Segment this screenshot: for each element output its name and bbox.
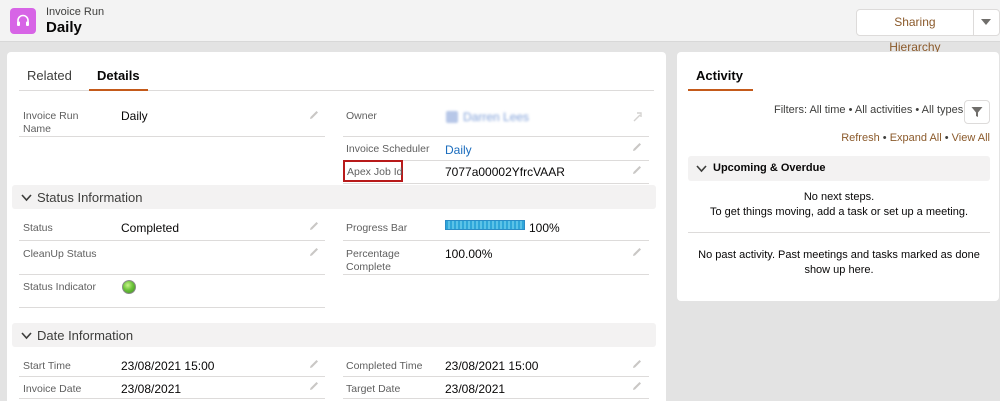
status-information-section[interactable]: Status Information <box>12 185 656 209</box>
change-owner-icon[interactable] <box>631 111 643 123</box>
owner-link[interactable]: Darren Lees <box>463 110 529 124</box>
field-divider <box>343 274 649 275</box>
chevron-down-icon <box>696 165 707 173</box>
upcoming-overdue-section[interactable]: Upcoming & Overdue <box>688 156 990 181</box>
invoice-scheduler-label: Invoice Scheduler <box>346 143 430 155</box>
details-panel: Related Details Invoice Run Name Daily O… <box>7 52 666 401</box>
activity-links: Refresh • Expand All • View All <box>841 132 990 144</box>
activity-tab-label: Activity <box>696 68 743 83</box>
field-divider <box>19 398 325 399</box>
sharing-hierarchy-button[interactable]: Sharing Hierarchy <box>857 10 974 54</box>
pencil-icon[interactable] <box>308 220 320 232</box>
link-separator: • <box>882 132 887 144</box>
status-value: Completed <box>121 221 180 235</box>
pencil-icon[interactable] <box>308 380 320 392</box>
start-time-value: 23/08/2021 15:00 <box>121 359 215 373</box>
status-indicator-light <box>122 280 136 294</box>
field-divider <box>19 274 325 275</box>
owner-label: Owner <box>346 110 377 122</box>
expand-all-link[interactable]: Expand All <box>890 132 942 144</box>
more-actions-button[interactable] <box>973 10 999 35</box>
cleanup-status-label: CleanUp Status <box>23 248 97 260</box>
tab-activity[interactable]: Activity <box>688 64 753 91</box>
invoice-date-label: Invoice Date <box>23 383 82 395</box>
field-divider <box>19 240 325 241</box>
pencil-icon[interactable] <box>308 358 320 370</box>
completed-time-label: Completed Time <box>346 360 423 372</box>
target-date-value: 23/08/2021 <box>445 382 506 396</box>
pencil-icon[interactable] <box>631 164 643 176</box>
owner-avatar <box>446 111 458 123</box>
field-divider <box>343 376 649 377</box>
progress-bar-percent: 100% <box>529 221 560 235</box>
no-next-steps-text: No next steps. <box>803 191 875 203</box>
section-title: Status Information <box>37 190 143 205</box>
object-type-label: Invoice Run <box>46 6 105 18</box>
date-information-section[interactable]: Date Information <box>12 323 656 347</box>
activity-filters-text: Filters: All time • All activities • All… <box>774 104 964 116</box>
field-divider <box>19 307 325 308</box>
pencil-icon[interactable] <box>631 358 643 370</box>
percentage-complete-value: 100.00% <box>445 247 493 261</box>
record-title: Daily <box>46 19 82 36</box>
activity-divider <box>688 232 990 233</box>
percentage-complete-label: Percentage Complete <box>346 248 400 273</box>
status-label: Status <box>23 222 53 234</box>
tab-related[interactable]: Related <box>19 68 80 91</box>
field-divider <box>19 376 325 377</box>
pencil-icon[interactable] <box>631 246 643 258</box>
invoice-scheduler-link[interactable]: Daily <box>445 143 472 157</box>
progress-bar <box>445 220 525 230</box>
get-moving-text: To get things moving, add a task or set … <box>709 206 969 218</box>
headset-icon <box>10 8 36 34</box>
chevron-down-icon <box>21 332 32 340</box>
field-divider <box>343 136 649 137</box>
chevron-down-icon <box>21 194 32 202</box>
status-indicator-label: Status Indicator <box>23 281 96 293</box>
completed-time-value: 23/08/2021 15:00 <box>445 359 539 373</box>
pencil-icon[interactable] <box>308 109 320 121</box>
invoice-run-name-label: Invoice Run Name <box>23 110 79 135</box>
pencil-icon[interactable] <box>308 246 320 258</box>
pencil-icon[interactable] <box>631 141 643 153</box>
apex-job-id-label: Apex Job Id <box>347 166 403 178</box>
field-divider <box>19 136 325 137</box>
field-divider <box>343 240 649 241</box>
target-date-label: Target Date <box>346 383 401 395</box>
tab-details[interactable]: Details <box>89 68 148 91</box>
invoice-run-name-value: Daily <box>121 109 148 123</box>
progress-bar-fill <box>446 221 524 229</box>
chevron-down-icon <box>981 19 992 25</box>
apex-job-id-value: 7077a00002YfrcVAAR <box>445 165 565 179</box>
filter-icon <box>971 107 983 117</box>
no-past-activity-text: No past activity. Past meetings and task… <box>698 249 980 276</box>
pencil-icon[interactable] <box>631 380 643 392</box>
filter-button[interactable] <box>964 100 990 124</box>
activity-panel: Activity Filters: All time • All activit… <box>677 52 999 301</box>
field-divider <box>343 183 649 184</box>
link-separator: • <box>944 132 949 144</box>
field-divider <box>343 398 649 399</box>
record-header: Invoice Run Daily Sharing Hierarchy <box>0 0 1000 54</box>
start-time-label: Start Time <box>23 360 71 372</box>
section-title: Date Information <box>37 328 134 343</box>
record-tabs: Related Details <box>19 64 654 91</box>
refresh-link[interactable]: Refresh <box>841 132 880 144</box>
header-actions: Sharing Hierarchy <box>856 9 1000 54</box>
view-all-link[interactable]: View All <box>952 132 990 144</box>
upcoming-overdue-title: Upcoming & Overdue <box>713 162 826 174</box>
invoice-date-value: 23/08/2021 <box>121 382 182 396</box>
progress-bar-label: Progress Bar <box>346 222 408 234</box>
